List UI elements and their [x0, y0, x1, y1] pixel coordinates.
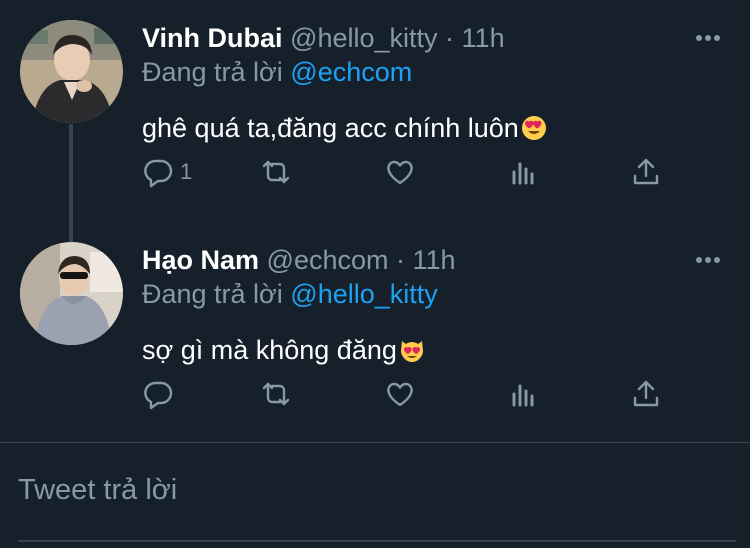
- reply-icon: [144, 381, 173, 410]
- analytics-button[interactable]: [508, 374, 540, 414]
- separator-dot: ·: [445, 23, 455, 53]
- avatar[interactable]: [20, 242, 123, 345]
- heart-icon: [387, 160, 413, 185]
- share-icon: [633, 380, 659, 407]
- user-handle[interactable]: @echcom: [267, 245, 389, 275]
- heart-icon: [387, 382, 413, 407]
- replying-to: Đang trả lời @hello_kitty: [142, 276, 438, 312]
- mention-link[interactable]: @echcom: [290, 57, 412, 87]
- replying-to-label: Đang trả lời: [142, 279, 283, 309]
- analytics-button[interactable]: [508, 152, 540, 192]
- tweet: Vinh Dubai @hello_kitty · 11h Đang trả l…: [0, 0, 750, 242]
- tweet-text: ghê quá ta,đăng acc chính luôn: [142, 108, 547, 148]
- reply-button[interactable]: [142, 374, 180, 414]
- like-button[interactable]: [384, 374, 416, 414]
- reply-composer-input[interactable]: Tweet trả lời: [18, 470, 177, 510]
- retweet-button[interactable]: [260, 152, 292, 192]
- tweet-header: Hạo Nam @echcom · 11h: [142, 242, 730, 278]
- tweet-text-content: ghê quá ta,đăng acc chính luôn: [142, 113, 519, 143]
- divider: [0, 442, 750, 443]
- separator-dot: ·: [396, 245, 406, 275]
- tweet-text-content: sợ gì mà không đăng: [142, 335, 397, 365]
- tweet-header: Vinh Dubai @hello_kitty · 11h: [142, 20, 730, 56]
- more-options-icon[interactable]: [694, 250, 722, 270]
- reply-button[interactable]: 1: [142, 152, 192, 192]
- more-options-icon[interactable]: [694, 28, 722, 48]
- tweet-actions: 1: [142, 152, 682, 192]
- tweet: Hạo Nam @echcom · 11h Đang trả lời @hell…: [0, 222, 750, 442]
- tweet-text: sợ gì mà không đăng: [142, 330, 425, 370]
- timestamp[interactable]: 11h: [462, 23, 505, 53]
- display-name[interactable]: Vinh Dubai: [142, 23, 283, 53]
- retweet-icon: [262, 160, 290, 184]
- tweet-actions: [142, 374, 682, 414]
- composer-underline: [18, 540, 736, 542]
- reply-icon: [144, 159, 173, 188]
- user-handle[interactable]: @hello_kitty: [290, 23, 437, 53]
- display-name[interactable]: Hạo Nam: [142, 245, 259, 275]
- heart-eyes-cat-emoji: [400, 341, 423, 362]
- retweet-icon: [262, 382, 290, 406]
- share-button[interactable]: [630, 374, 662, 414]
- analytics-icon: [512, 162, 534, 185]
- timestamp[interactable]: 11h: [413, 245, 456, 275]
- replying-to-label: Đang trả lời: [142, 57, 283, 87]
- heart-eyes-emoji: [521, 116, 546, 140]
- like-button[interactable]: [384, 152, 416, 192]
- reply-count: 1: [180, 159, 193, 184]
- retweet-button[interactable]: [260, 374, 292, 414]
- analytics-icon: [512, 384, 534, 407]
- share-button[interactable]: [630, 152, 662, 192]
- replying-to: Đang trả lời @echcom: [142, 54, 412, 90]
- share-icon: [633, 158, 659, 185]
- avatar[interactable]: [20, 20, 123, 123]
- mention-link[interactable]: @hello_kitty: [290, 279, 437, 309]
